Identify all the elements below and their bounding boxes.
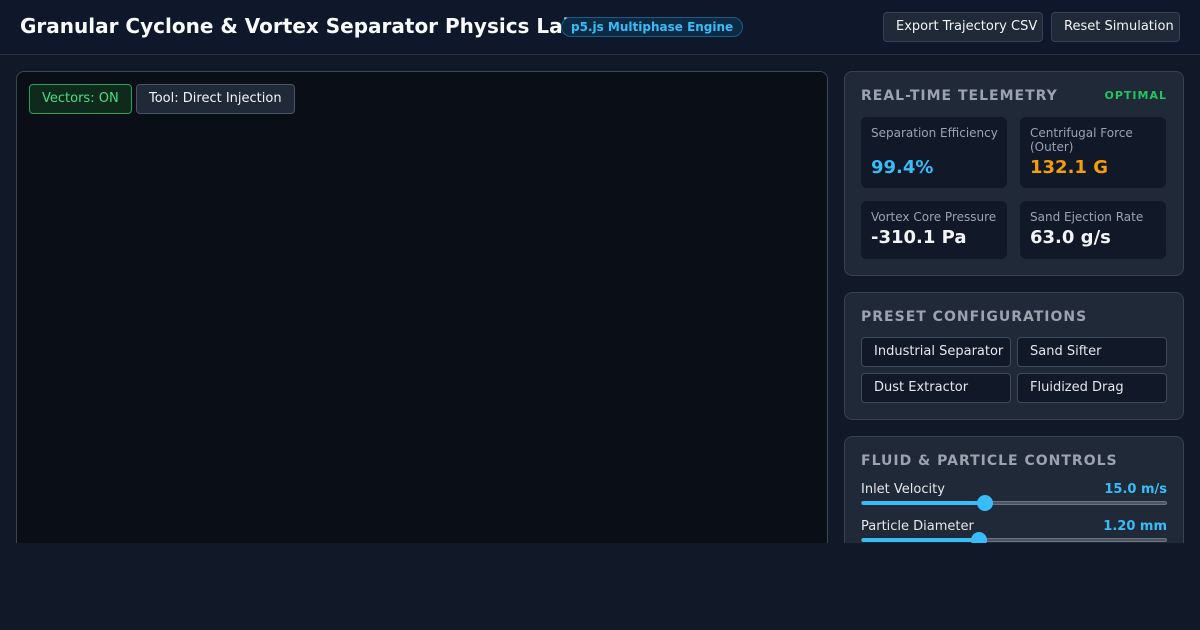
metric-value: 132.1 G (1030, 157, 1108, 178)
inlet-velocity-label: Inlet Velocity (861, 482, 945, 497)
telemetry-title: REAL-TIME TELEMETRY (861, 88, 1058, 104)
vectors-toggle[interactable]: Vectors: ON (29, 84, 132, 114)
inlet-velocity-slider[interactable] (861, 495, 1167, 511)
particle-diameter-value: 1.20 mm (1103, 519, 1167, 534)
app: Granular Cyclone & Vortex Separator Phys… (0, 0, 1200, 543)
metric-value: 63.0 g/s (1030, 227, 1111, 248)
engine-badge: p5.js Multiphase Engine (561, 17, 744, 37)
metric-label: Centrifugal Force (Outer) (1030, 126, 1133, 154)
slider-thumb[interactable] (977, 495, 994, 511)
preset-sand-sifter-button[interactable]: Sand Sifter (1017, 337, 1167, 367)
metric-value: 99.4% (871, 157, 934, 178)
particle-diameter-label: Particle Diameter (861, 519, 974, 534)
page-title: Granular Cyclone & Vortex Separator Phys… (20, 14, 577, 38)
export-trajectory-button[interactable]: Export Trajectory CSV (883, 12, 1043, 42)
metric-centrifugal-force: Centrifugal Force (Outer) 132.1 G (1020, 117, 1166, 188)
controls-panel: FLUID & PARTICLE CONTROLS Inlet Velocity… (844, 436, 1184, 543)
slider-fill (862, 538, 980, 542)
inlet-velocity-value: 15.0 m/s (1104, 482, 1167, 497)
simulation-canvas[interactable]: Vectors: ON Tool: Direct Injection (16, 71, 828, 543)
header: Granular Cyclone & Vortex Separator Phys… (0, 0, 1200, 55)
metric-vortex-core-pressure: Vortex Core Pressure -310.1 Pa (861, 201, 1007, 259)
metric-separation-efficiency: Separation Efficiency 99.4% (861, 117, 1007, 188)
metric-label: Vortex Core Pressure (871, 210, 997, 224)
preset-dust-extractor-button[interactable]: Dust Extractor (861, 373, 1011, 403)
preset-panel: PRESET CONFIGURATIONS Industrial Separat… (844, 292, 1184, 420)
status-badge: OPTIMAL (1104, 89, 1167, 102)
tool-selector[interactable]: Tool: Direct Injection (136, 84, 295, 114)
metric-label: Separation Efficiency (871, 126, 998, 140)
presets-title: PRESET CONFIGURATIONS (861, 309, 1088, 325)
reset-simulation-button[interactable]: Reset Simulation (1051, 12, 1180, 42)
slider-thumb[interactable] (971, 532, 988, 543)
metric-sand-ejection-rate: Sand Ejection Rate 63.0 g/s (1020, 201, 1166, 259)
metric-label: Sand Ejection Rate (1030, 210, 1144, 224)
telemetry-panel: REAL-TIME TELEMETRY OPTIMAL Separation E… (844, 71, 1184, 276)
particle-diameter-slider[interactable] (861, 532, 1167, 543)
controls-title: FLUID & PARTICLE CONTROLS (861, 453, 1118, 469)
slider-fill (862, 501, 986, 505)
preset-fluidized-drag-button[interactable]: Fluidized Drag (1017, 373, 1167, 403)
metric-value: -310.1 Pa (871, 227, 967, 248)
preset-industrial-separator-button[interactable]: Industrial Separator (861, 337, 1011, 367)
